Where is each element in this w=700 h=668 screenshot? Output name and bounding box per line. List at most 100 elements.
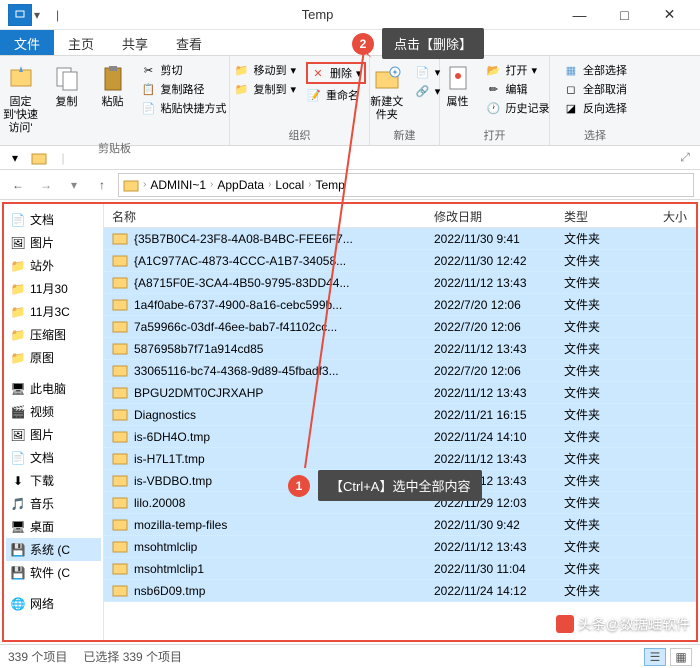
desktop-icon: 🖥 xyxy=(10,519,26,535)
thumbnails-view-button[interactable]: ▦ xyxy=(670,648,692,666)
address-bar[interactable]: ›ADMINI~1 ›AppData ›Local ›Temp xyxy=(118,173,694,197)
properties-button[interactable]: 属性 xyxy=(436,60,480,111)
pin-quickaccess-button[interactable]: 固定到'快速访问' xyxy=(0,60,43,138)
copyto-button[interactable]: 📁复制到▾ xyxy=(233,81,296,97)
selectnone-button[interactable]: ◻全部取消 xyxy=(563,81,627,97)
details-view-button[interactable]: ☰ xyxy=(644,648,666,666)
file-name: BPGU2DMT0CJRXAHP xyxy=(134,386,263,400)
file-row[interactable]: is-6DH4O.tmp 2022/11/24 14:10 文件夹 xyxy=(104,426,696,448)
column-name[interactable]: 名称 xyxy=(104,204,426,227)
file-row[interactable]: 5876958b7f71a914cd85 2022/11/12 13:43 文件… xyxy=(104,338,696,360)
crumb-1[interactable]: AppData xyxy=(217,178,264,192)
sidebar-item[interactable]: 📁11月3C xyxy=(6,300,101,323)
sidebar-item[interactable]: 💾软件 (C xyxy=(6,561,101,584)
expand-ribbon-icon[interactable]: ▾ xyxy=(6,149,24,167)
file-date: 2022/7/20 12:06 xyxy=(426,298,556,312)
rename-button[interactable]: 📝重命名 xyxy=(306,87,366,103)
ribbon-group-clipboard: 剪贴板 xyxy=(98,140,131,156)
crumb-0[interactable]: ADMINI~1 xyxy=(150,178,206,192)
tab-view[interactable]: 查看 xyxy=(162,30,216,55)
file-row[interactable]: is-H7L1T.tmp 2022/11/12 13:43 文件夹 xyxy=(104,448,696,470)
file-list[interactable]: {35B7B0C4-23F8-4A08-B4BC-FEE6F7... 2022/… xyxy=(104,228,696,640)
delete-button[interactable]: ✕删除▾ xyxy=(306,62,366,84)
sidebar-item[interactable]: 🎬视频 xyxy=(6,400,101,423)
sidebar-item[interactable]: 🖥桌面 xyxy=(6,515,101,538)
maximize-button[interactable]: □ xyxy=(602,1,647,29)
folder-icon xyxy=(112,407,128,423)
file-date: 2022/11/21 16:15 xyxy=(426,408,556,422)
file-name: 33065116-bc74-4368-9d89-45fbadf3... xyxy=(134,364,339,378)
up-button[interactable]: ↑ xyxy=(90,173,114,197)
sidebar-item[interactable]: 🖼图片 xyxy=(6,231,101,254)
cut-button[interactable]: ✂剪切 xyxy=(141,62,227,78)
sidebar-item[interactable]: 💾系统 (C xyxy=(6,538,101,561)
sidebar-item[interactable]: 🎵音乐 xyxy=(6,492,101,515)
column-date[interactable]: 修改日期 xyxy=(426,204,556,227)
edit-button[interactable]: ✏编辑 xyxy=(486,81,550,97)
callout-text-2: 点击【删除】 xyxy=(382,28,484,59)
sidebar-item-label: 压缩图 xyxy=(30,326,66,343)
open-button[interactable]: 📂打开▾ xyxy=(486,62,550,78)
file-row[interactable]: 1a4f0abe-6737-4900-8a16-cebc599b... 2022… xyxy=(104,294,696,316)
folder-icon: 📁 xyxy=(10,327,26,343)
file-row[interactable]: 33065116-bc74-4368-9d89-45fbadf3... 2022… xyxy=(104,360,696,382)
file-row[interactable]: {A1C977AC-4873-4CCC-A1B7-34058... 2022/1… xyxy=(104,250,696,272)
recent-dropdown[interactable]: ▾ xyxy=(62,173,86,197)
file-row[interactable]: 7a59966c-03df-46ee-bab7-f41102cc... 2022… xyxy=(104,316,696,338)
sidebar-item[interactable]: 🖼图片 xyxy=(6,423,101,446)
ribbon-group-organize: 组织 xyxy=(289,127,311,143)
computer-icon: 🖥 xyxy=(10,381,26,397)
file-row[interactable]: BPGU2DMT0CJRXAHP 2022/11/12 13:43 文件夹 xyxy=(104,382,696,404)
sidebar-item[interactable]: 🌐网络 xyxy=(6,592,101,615)
selectall-button[interactable]: ▦全部选择 xyxy=(563,62,627,78)
forward-button[interactable]: → xyxy=(34,173,58,197)
column-type[interactable]: 类型 xyxy=(556,204,636,227)
qat-dropdown-icon[interactable]: ▾ xyxy=(34,8,50,22)
paste-button[interactable]: 粘贴 xyxy=(91,60,135,111)
invertselection-button[interactable]: ◪反向选择 xyxy=(563,100,627,116)
back-button[interactable]: ← xyxy=(6,173,30,197)
crumb-3[interactable]: Temp xyxy=(315,178,344,192)
file-row[interactable]: msohtmlclip1 2022/11/30 11:04 文件夹 xyxy=(104,558,696,580)
navigation-pane[interactable]: 📄文档🖼图片📁站外📁11月30📁11月3C📁压缩图📁原图🖥此电脑🎬视频🖼图片📄文… xyxy=(4,204,104,640)
newfolder-button[interactable]: ✦ 新建文件夹 xyxy=(365,60,409,124)
folder-icon xyxy=(123,178,139,192)
sidebar-item[interactable]: 📄文档 xyxy=(6,446,101,469)
minimize-button[interactable]: — xyxy=(557,1,602,29)
drive-icon: 💾 xyxy=(10,565,26,581)
tab-file[interactable]: 文件 xyxy=(0,30,54,55)
file-date: 2022/11/24 14:10 xyxy=(426,430,556,444)
tab-home[interactable]: 主页 xyxy=(54,30,108,55)
folder-small-icon xyxy=(30,149,48,167)
sidebar-item[interactable]: ⬇下载 xyxy=(6,469,101,492)
sidebar-item[interactable]: 📁站外 xyxy=(6,254,101,277)
file-row[interactable]: {35B7B0C4-23F8-4A08-B4BC-FEE6F7... 2022/… xyxy=(104,228,696,250)
file-dropdown-icon[interactable] xyxy=(8,4,32,26)
folder-icon: 📁 xyxy=(10,258,26,274)
history-button[interactable]: 🕐历史记录 xyxy=(486,100,550,116)
sidebar-item[interactable]: 🖥此电脑 xyxy=(6,377,101,400)
crumb-2[interactable]: Local xyxy=(275,178,304,192)
column-size[interactable]: 大小 xyxy=(636,204,696,227)
pasteshortcut-button[interactable]: 📄粘贴快捷方式 xyxy=(141,100,227,116)
file-name: msohtmlclip xyxy=(134,540,197,554)
sidebar-item[interactable]: 📁原图 xyxy=(6,346,101,369)
file-row[interactable]: {A8715F0E-3CA4-4B50-9795-83DD44... 2022/… xyxy=(104,272,696,294)
copy-button[interactable]: 复制 xyxy=(45,60,89,111)
file-row[interactable]: mozilla-temp-files 2022/11/30 9:42 文件夹 xyxy=(104,514,696,536)
moveto-button[interactable]: 📁移动到▾ xyxy=(233,62,296,78)
close-button[interactable]: ✕ xyxy=(647,1,692,29)
sidebar-item-label: 文档 xyxy=(30,449,54,466)
sidebar-item[interactable]: 📄文档 xyxy=(6,208,101,231)
sidebar-item[interactable]: 📁11月30 xyxy=(6,277,101,300)
sidebar-item-label: 视频 xyxy=(30,403,54,420)
sidebar-item[interactable]: 📁压缩图 xyxy=(6,323,101,346)
copypath-button[interactable]: 📋复制路径 xyxy=(141,81,227,97)
tab-share[interactable]: 共享 xyxy=(108,30,162,55)
file-row[interactable]: Diagnostics 2022/11/21 16:15 文件夹 xyxy=(104,404,696,426)
file-row[interactable]: msohtmlclip 2022/11/12 13:43 文件夹 xyxy=(104,536,696,558)
expand-icon[interactable]: ⤢ xyxy=(676,149,694,167)
folder-icon: 📁 xyxy=(10,304,26,320)
folder-icon xyxy=(112,583,128,599)
file-row[interactable]: nsb6D09.tmp 2022/11/24 14:12 文件夹 xyxy=(104,580,696,602)
